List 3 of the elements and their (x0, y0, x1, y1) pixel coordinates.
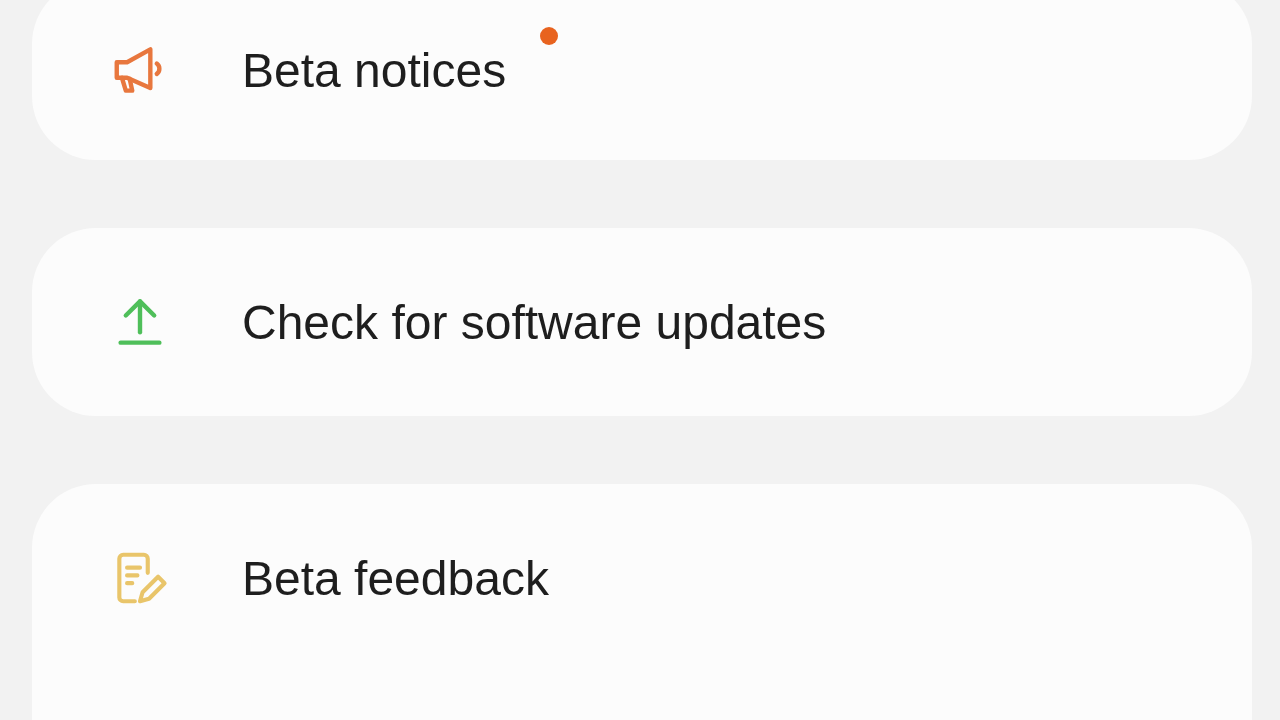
menu-item[interactable]: Check for software updates (32, 228, 1252, 416)
menu-item[interactable]: Beta feedback (32, 484, 1252, 672)
menu-item[interactable]: Beta notices (32, 0, 1252, 160)
